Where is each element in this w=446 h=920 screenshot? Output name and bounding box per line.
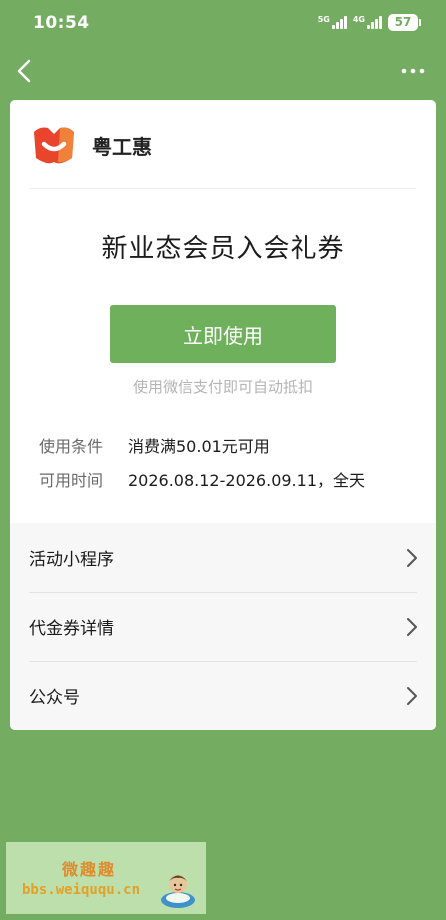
detail-row-condition: 使用条件 消费满50.01元可用 <box>39 428 365 462</box>
coupon-title: 新业态会员入会礼券 <box>101 234 345 264</box>
usage-hint: 使用微信支付即可自动抵扣 <box>132 378 313 396</box>
chevron-right-icon <box>407 687 417 705</box>
detail-label: 使用条件 <box>39 437 104 456</box>
detail-label: 可用时间 <box>39 471 104 490</box>
status-time: 10:54 <box>33 13 90 33</box>
brand-name: 粤工惠 <box>92 134 152 159</box>
mascot-icon <box>161 875 195 908</box>
link-list: 活动小程序 代金券详情 公众号 <box>10 523 436 730</box>
divider <box>30 188 416 189</box>
link-label: 活动小程序 <box>29 550 114 570</box>
detail-value: 消费满50.01元可用 <box>128 437 270 456</box>
signal-4g-icon: 4G <box>353 16 382 29</box>
watermark-title: 微趣趣 <box>62 860 117 879</box>
link-label: 代金券详情 <box>29 619 114 639</box>
watermark: 微趣趣 bbs.weiququ.cn <box>6 842 206 914</box>
chevron-right-icon <box>407 618 417 636</box>
coupon-details: 使用条件 消费满50.01元可用 可用时间 2026.08.12-2026.09… <box>39 428 365 496</box>
status-icons: 5G 4G 57 <box>318 14 421 31</box>
battery-icon: 57 <box>388 14 421 31</box>
link-mini-program[interactable]: 活动小程序 <box>10 523 436 592</box>
detail-row-time: 可用时间 2026.08.12-2026.09.11，全天 <box>39 462 365 496</box>
coupon-card: 粤工惠 新业态会员入会礼券 立即使用 使用微信支付即可自动抵扣 使用条件 消费满… <box>10 100 436 730</box>
chevron-right-icon <box>407 549 417 567</box>
use-now-button[interactable]: 立即使用 <box>110 305 336 363</box>
watermark-url: bbs.weiququ.cn <box>22 882 141 898</box>
brand-logo <box>34 127 74 164</box>
more-icon[interactable] <box>400 62 426 80</box>
link-coupon-details[interactable]: 代金券详情 <box>10 592 436 661</box>
network-4g-label: 4G <box>352 15 365 24</box>
link-official-account[interactable]: 公众号 <box>10 661 436 730</box>
link-label: 公众号 <box>29 688 80 708</box>
status-bar: 10:54 5G 4G 57 <box>0 0 446 48</box>
signal-5g-icon: 5G <box>318 16 347 29</box>
back-icon[interactable] <box>14 58 38 84</box>
detail-value: 2026.08.12-2026.09.11，全天 <box>128 471 365 490</box>
network-5g-label: 5G <box>317 15 330 24</box>
brand-header[interactable]: 粤工惠 <box>30 122 152 168</box>
